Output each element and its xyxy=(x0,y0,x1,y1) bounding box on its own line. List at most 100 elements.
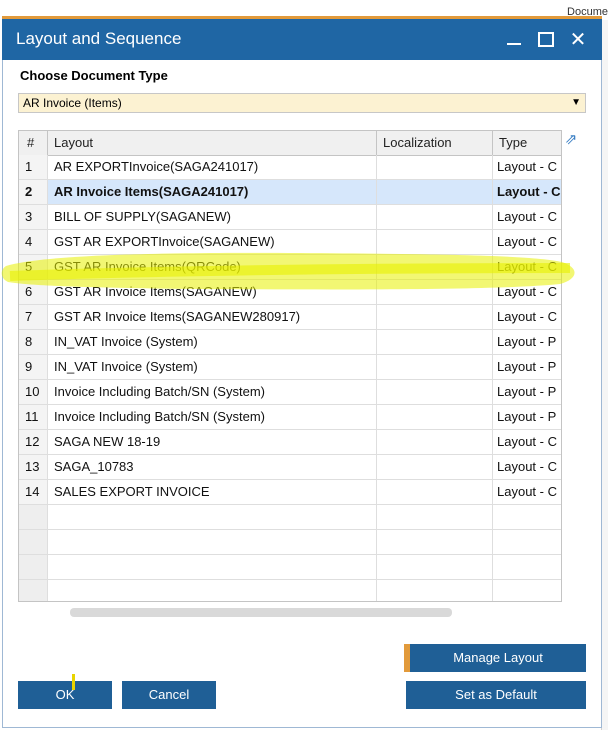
layout-type: Layout - C xyxy=(497,309,557,324)
empty-cell xyxy=(19,580,48,601)
localization-cell xyxy=(377,180,493,204)
row-number: 8 xyxy=(19,330,48,354)
row-number: 4 xyxy=(19,230,48,254)
layout-type: Layout - P xyxy=(497,359,557,374)
layout-name: AR EXPORTInvoice(SAGA241017) xyxy=(48,155,377,179)
table-row[interactable]: 5 GST AR Invoice Items(QRCode) Layout - C xyxy=(19,255,561,280)
choose-document-type-label: Choose Document Type xyxy=(20,68,168,83)
empty-row xyxy=(19,580,561,601)
dropdown-arrow-icon[interactable]: ▼ xyxy=(571,94,581,112)
layout-name: GST AR Invoice Items(SAGANEW280917) xyxy=(48,305,377,329)
table-row[interactable]: 7 GST AR Invoice Items(SAGANEW280917) Layo… xyxy=(19,305,561,330)
background-window-edge xyxy=(601,20,608,730)
close-icon[interactable]: ✕ xyxy=(564,23,592,55)
localization-cell xyxy=(377,405,493,429)
empty-cell xyxy=(493,555,561,579)
layout-name: IN_VAT Invoice (System) xyxy=(48,355,377,379)
layout-type: Layout - P xyxy=(497,409,557,424)
cancel-button[interactable]: Cancel xyxy=(122,681,216,709)
empty-row xyxy=(19,505,561,530)
column-header-type[interactable]: Type xyxy=(493,131,561,155)
table-row[interactable]: 9 IN_VAT Invoice (System) Layout - P xyxy=(19,355,561,380)
row-number: 9 xyxy=(19,355,48,379)
table-row[interactable]: 1 AR EXPORTInvoice(SAGA241017) Layout - C xyxy=(19,155,561,180)
layout-name: Invoice Including Batch/SN (System) xyxy=(48,380,377,404)
column-header-number[interactable]: # xyxy=(19,131,48,155)
row-number: 11 xyxy=(19,405,48,429)
table-row[interactable]: 11 Invoice Including Batch/SN (System) Lay… xyxy=(19,405,561,430)
localization-cell xyxy=(377,230,493,254)
empty-cell xyxy=(377,530,493,554)
localization-cell xyxy=(377,380,493,404)
horizontal-scrollbar[interactable] xyxy=(70,608,452,617)
minimize-icon[interactable] xyxy=(500,23,528,55)
layout-name: Invoice Including Batch/SN (System) xyxy=(48,405,377,429)
localization-cell xyxy=(377,305,493,329)
layout-name: SALES EXPORT INVOICE xyxy=(48,480,377,504)
layout-type: Layout - P xyxy=(497,384,557,399)
row-number: 12 xyxy=(19,430,48,454)
layout-name: AR Invoice Items(SAGA241017) xyxy=(48,180,377,204)
layout-name: SAGA NEW 18-19 xyxy=(48,430,377,454)
dialog-titlebar[interactable]: Layout and Sequence ✕ xyxy=(2,19,602,60)
localization-cell xyxy=(377,430,493,454)
empty-cell xyxy=(48,530,377,554)
manage-layout-button[interactable]: Manage Layout xyxy=(404,644,586,672)
row-number: 7 xyxy=(19,305,48,329)
document-type-select[interactable]: AR Invoice (Items) ▼ xyxy=(18,93,586,113)
column-header-layout[interactable]: Layout xyxy=(48,131,377,155)
empty-cell xyxy=(377,505,493,529)
empty-cell xyxy=(48,580,377,601)
row-number: 2 xyxy=(19,180,48,204)
localization-cell xyxy=(377,330,493,354)
localization-cell xyxy=(377,280,493,304)
layout-name: IN_VAT Invoice (System) xyxy=(48,330,377,354)
column-header-localization[interactable]: Localization xyxy=(377,131,493,155)
row-number: 6 xyxy=(19,280,48,304)
dialog-title: Layout and Sequence xyxy=(16,29,182,48)
layout-name: GST AR Invoice Items(QRCode) xyxy=(48,255,377,279)
table-row[interactable]: 13 SAGA_10783 Layout - C xyxy=(19,455,561,480)
empty-cell xyxy=(377,580,493,601)
table-row[interactable]: 6 GST AR Invoice Items(SAGANEW) Layout - C xyxy=(19,280,561,305)
layout-type: Layout - C xyxy=(497,159,557,174)
empty-row xyxy=(19,530,561,555)
empty-cell xyxy=(48,505,377,529)
layout-type: Layout - C xyxy=(497,284,557,299)
layout-type: Layout - C xyxy=(497,259,557,274)
table-row[interactable]: 8 IN_VAT Invoice (System) Layout - P xyxy=(19,330,561,355)
empty-cell xyxy=(19,505,48,529)
maximize-icon[interactable] xyxy=(532,23,560,55)
layout-grid: # Layout Localization Type 1 AR EXPORTInv… xyxy=(18,130,562,602)
row-number: 14 xyxy=(19,480,48,504)
layout-name: SAGA_10783 xyxy=(48,455,377,479)
table-row[interactable]: 4 GST AR EXPORTInvoice(SAGANEW) Layout - C xyxy=(19,230,561,255)
layout-name: GST AR Invoice Items(SAGANEW) xyxy=(48,280,377,304)
row-number: 10 xyxy=(19,380,48,404)
empty-cell xyxy=(19,555,48,579)
row-number: 3 xyxy=(19,205,48,229)
empty-cell xyxy=(493,580,561,601)
layout-type: Layout - C xyxy=(497,434,557,449)
empty-cell xyxy=(493,530,561,554)
localization-cell xyxy=(377,480,493,504)
localization-cell xyxy=(377,205,493,229)
expand-arrow-icon[interactable]: ⇗ xyxy=(562,130,580,148)
empty-cell xyxy=(19,530,48,554)
localization-cell xyxy=(377,355,493,379)
localization-cell xyxy=(377,155,493,179)
set-as-default-button[interactable]: Set as Default xyxy=(406,681,586,709)
layout-name: BILL OF SUPPLY(SAGANEW) xyxy=(48,205,377,229)
row-number: 5 xyxy=(19,255,48,279)
table-row[interactable]: 10 Invoice Including Batch/SN (System) Lay… xyxy=(19,380,561,405)
table-row[interactable]: 3 BILL OF SUPPLY(SAGANEW) Layout - C xyxy=(19,205,561,230)
table-row[interactable]: 14 SALES EXPORT INVOICE Layout - C xyxy=(19,480,561,505)
table-row[interactable]: 12 SAGA NEW 18-19 Layout - C xyxy=(19,430,561,455)
layout-name: GST AR EXPORTInvoice(SAGANEW) xyxy=(48,230,377,254)
grid-header: # Layout Localization Type xyxy=(19,131,561,156)
table-row[interactable]: 2 AR Invoice Items(SAGA241017) Layout - C xyxy=(19,180,561,205)
empty-cell xyxy=(48,555,377,579)
ok-button[interactable]: OK xyxy=(18,681,112,709)
localization-cell xyxy=(377,255,493,279)
layout-type: Layout - C xyxy=(493,180,561,204)
